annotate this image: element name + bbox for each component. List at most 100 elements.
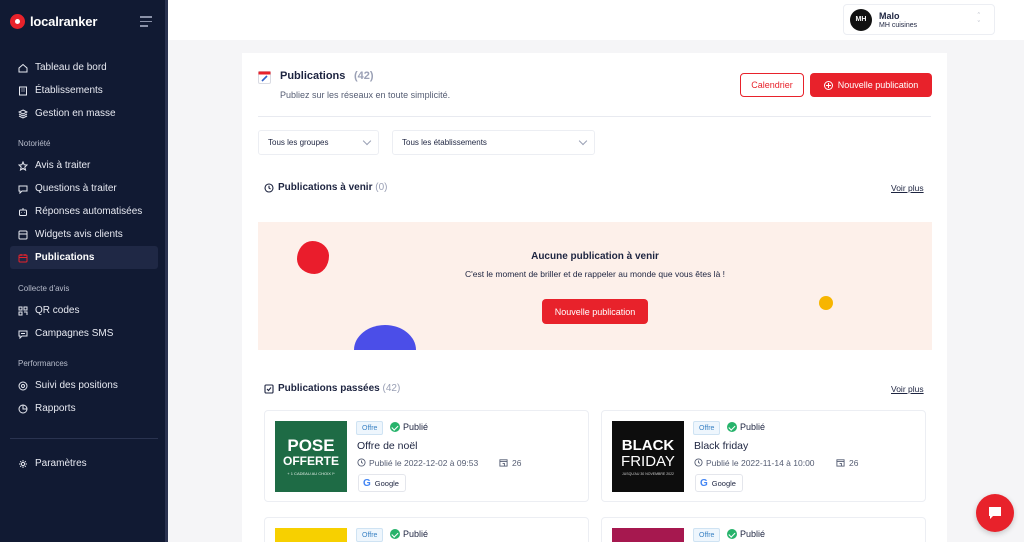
clock-history-icon	[264, 183, 274, 193]
sidebar-item-qr-codes[interactable]: QR codes	[10, 299, 158, 322]
calendar-button[interactable]: Calendrier	[740, 73, 804, 97]
sidebar-item-label: QR codes	[35, 305, 80, 316]
empty-new-publication-button[interactable]: Nouvelle publication	[542, 299, 648, 324]
publication-date: Publié le 2022-12-02 à 09:53	[369, 458, 479, 468]
logo-text: localranker	[30, 14, 98, 29]
decor-yellow-dot	[819, 296, 833, 310]
home-icon	[18, 63, 28, 73]
type-badge: Offre	[356, 421, 384, 435]
publication-card[interactable]: Offre Publié	[264, 517, 589, 542]
google-icon: G	[700, 477, 708, 489]
new-publication-label: Nouvelle publication	[837, 80, 919, 90]
chat-icon	[18, 184, 28, 194]
sidebar-item-questions[interactable]: Questions à traiter	[10, 177, 158, 200]
user-switcher[interactable]: MH Malo MH cuisines ˆˇ	[843, 4, 995, 35]
publication-date: Publié le 2022-11-14 à 10:00	[706, 458, 815, 468]
google-icon: G	[363, 477, 371, 489]
chevron-updown-icon: ˆˇ	[977, 13, 980, 28]
chevron-down-icon	[362, 136, 372, 146]
sidebar-item-rapports[interactable]: Rapports	[10, 397, 158, 420]
group-filter-select[interactable]: Tous les groupes	[258, 130, 379, 155]
logo[interactable]: localranker	[10, 14, 97, 29]
stack-icon	[18, 108, 28, 119]
empty-text: C'est le moment de briller et de rappele…	[464, 269, 726, 279]
sidebar: localranker Tableau de bord Établissemen…	[0, 0, 168, 542]
type-badge: Offre	[693, 528, 721, 542]
clock-icon	[694, 458, 703, 467]
logo-pin-icon	[10, 14, 25, 29]
past-see-more-link[interactable]: Voir plus	[891, 384, 924, 394]
publication-name: Offre de noël	[357, 440, 418, 452]
publication-card[interactable]: BLACK FRIDAY JUSQU'AU 30 NOVEMBRE 2022 O…	[601, 410, 926, 502]
store-icon	[836, 459, 845, 467]
avatar: MH	[850, 8, 872, 31]
publication-name: Black friday	[694, 440, 749, 452]
publication-icon	[258, 71, 271, 84]
sidebar-item-gestion-en-masse[interactable]: Gestion en masse	[10, 102, 158, 125]
group-filter-value: Tous les groupes	[268, 138, 329, 147]
sidebar-item-avis[interactable]: Avis à traiter	[10, 154, 158, 177]
sidebar-item-label: Rapports	[35, 403, 76, 414]
empty-upcoming-panel: Aucune publication à venir C'est le mome…	[258, 222, 932, 350]
sidebar-item-label: Widgets avis clients	[35, 229, 123, 240]
publication-card[interactable]: Offre Publié	[601, 517, 926, 542]
sidebar-item-label: Établissements	[35, 85, 103, 96]
widget-icon	[18, 230, 28, 240]
sidebar-scrollbar[interactable]	[165, 0, 168, 542]
establishment-filter-value: Tous les établissements	[402, 138, 487, 147]
page-count: (42)	[354, 70, 374, 82]
empty-title: Aucune publication à venir	[531, 251, 659, 262]
sidebar-item-label: Campagnes SMS	[35, 328, 114, 339]
publication-thumbnail: POSE OFFERTE + 1 CADEAU AU CHOIX !*	[275, 421, 347, 492]
chat-support-button[interactable]	[976, 494, 1014, 532]
sidebar-item-reponses-automatisees[interactable]: Réponses automatisées	[10, 200, 158, 223]
publication-thumbnail	[612, 528, 684, 542]
publication-thumbnail: BLACK FRIDAY JUSQU'AU 30 NOVEMBRE 2022	[612, 421, 684, 492]
type-badge: Offre	[356, 528, 384, 542]
check-circle-icon	[727, 422, 737, 432]
chevron-down-icon	[578, 136, 588, 146]
sidebar-item-suivi-positions[interactable]: Suivi des positions	[10, 374, 158, 397]
sidebar-item-parametres[interactable]: Paramètres	[10, 452, 158, 475]
checkbox-icon	[264, 384, 274, 394]
establishment-count: 26	[849, 458, 859, 468]
past-title: Publications passées (42)	[278, 383, 401, 394]
network-chip: G Google	[695, 474, 743, 492]
store-icon	[499, 459, 508, 467]
publication-card[interactable]: POSE OFFERTE + 1 CADEAU AU CHOIX !* Offr…	[264, 410, 589, 502]
sidebar-item-label: Réponses automatisées	[35, 206, 143, 217]
sidebar-item-widgets[interactable]: Widgets avis clients	[10, 223, 158, 246]
upcoming-see-more-link[interactable]: Voir plus	[891, 183, 924, 193]
star-icon	[18, 160, 28, 171]
sidebar-item-label: Gestion en masse	[35, 108, 116, 119]
page-title: Publications	[280, 70, 346, 82]
calendar-icon	[18, 253, 28, 263]
clock-icon	[357, 458, 366, 467]
new-publication-button[interactable]: Nouvelle publication	[810, 73, 932, 97]
user-company: MH cuisines	[879, 21, 918, 29]
establishment-filter-select[interactable]: Tous les établissements	[392, 130, 595, 155]
pie-icon	[18, 404, 28, 414]
status-text: Publié	[403, 529, 429, 539]
status-text: Publié	[403, 422, 429, 432]
building-icon	[18, 86, 28, 96]
section-label-performances: Performances	[18, 359, 68, 368]
sidebar-item-label: Tableau de bord	[35, 62, 107, 73]
past-count: (42)	[382, 383, 401, 394]
check-circle-icon	[390, 422, 400, 432]
decor-blue-shape	[354, 325, 416, 350]
sidebar-item-label: Paramètres	[35, 458, 87, 469]
target-icon	[18, 381, 28, 391]
qr-icon	[18, 306, 28, 316]
sidebar-item-label: Questions à traiter	[35, 183, 117, 194]
page-subtitle: Publiez sur les réseaux en toute simplic…	[280, 90, 451, 100]
check-circle-icon	[727, 529, 737, 539]
sidebar-item-campagnes-sms[interactable]: Campagnes SMS	[10, 322, 158, 345]
sidebar-item-tableau-de-bord[interactable]: Tableau de bord	[10, 56, 158, 79]
menu-toggle-icon[interactable]	[140, 16, 152, 30]
sidebar-item-publications[interactable]: Publications	[10, 246, 158, 269]
type-badge: Offre	[693, 421, 721, 435]
user-name: Malo	[879, 10, 900, 21]
sidebar-item-etablissements[interactable]: Établissements	[10, 79, 158, 102]
sms-icon	[18, 329, 28, 339]
